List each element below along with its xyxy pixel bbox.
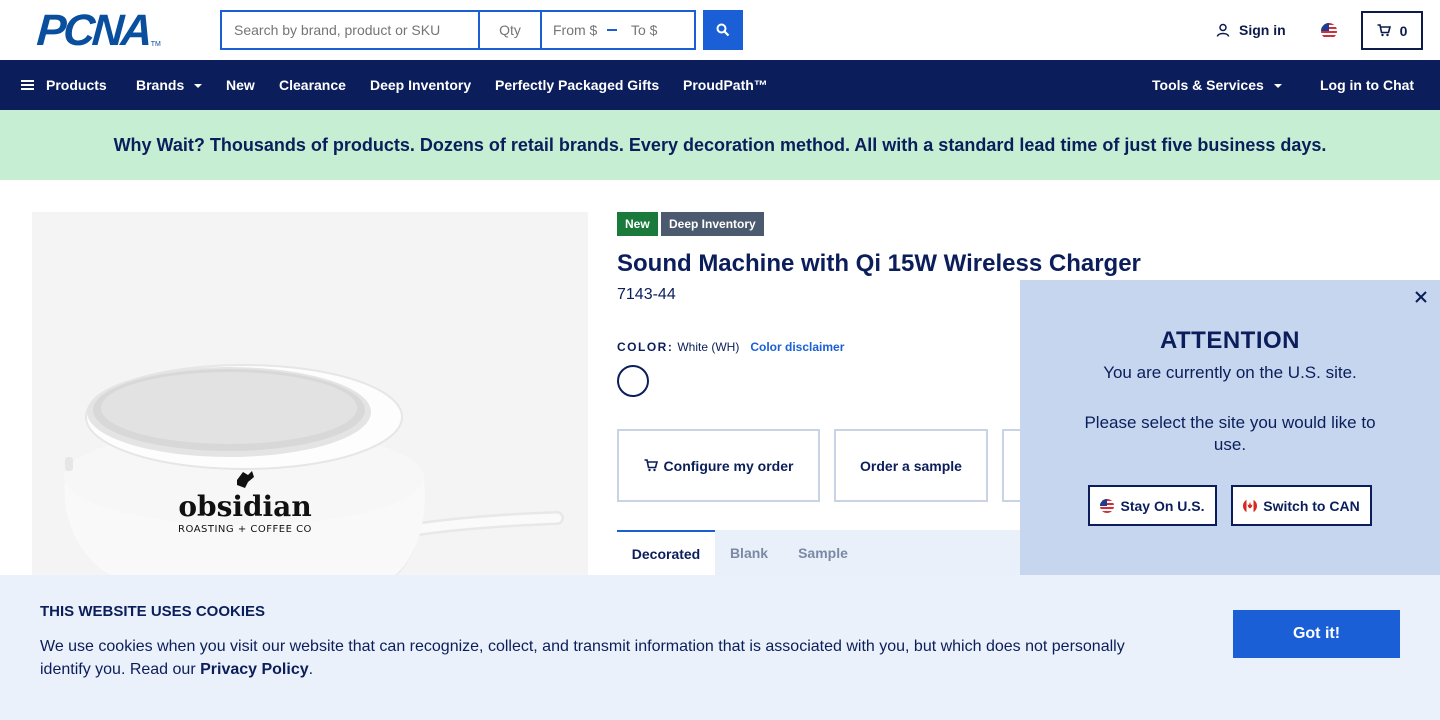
nav-products-label: Products — [46, 77, 107, 93]
color-label: COLOR: — [617, 340, 674, 354]
product-title: Sound Machine with Qi 15W Wireless Charg… — [617, 250, 1141, 277]
user-icon — [1216, 23, 1230, 37]
search-button[interactable] — [703, 10, 743, 50]
menu-icon — [21, 80, 34, 90]
configure-order-label: Configure my order — [663, 457, 794, 474]
image-brand-subtext: ROASTING + COFFEE CO — [178, 524, 312, 535]
nav-clearance[interactable]: Clearance — [279, 60, 346, 110]
search-bar — [220, 10, 696, 50]
nav-new[interactable]: New — [226, 60, 255, 110]
price-range-dash — [607, 29, 617, 31]
main-nav: Products Brands New Clearance Deep Inven… — [0, 60, 1440, 110]
cart-count: 0 — [1399, 22, 1408, 39]
attention-message-select: Please select the site you would like to… — [1084, 413, 1376, 454]
order-sample-label: Order a sample — [860, 457, 962, 474]
badge-new: New — [617, 212, 658, 236]
qty-input[interactable] — [479, 10, 541, 50]
price-from-input[interactable] — [553, 22, 605, 38]
cookie-title: THIS WEBSITE USES COOKIES — [40, 603, 266, 620]
pcna-logo[interactable]: PCNA TM — [35, 6, 161, 55]
switch-can-button[interactable]: Switch to CAN — [1231, 485, 1372, 526]
cart-icon — [1377, 24, 1391, 37]
cookie-text-end: . — [308, 661, 314, 678]
nav-chat-login[interactable]: Log in to Chat — [1320, 60, 1414, 110]
cart-icon — [644, 459, 658, 472]
logo-trademark: TM — [150, 41, 161, 48]
chevron-down-icon — [194, 84, 203, 88]
image-brand-text: obsidian — [178, 490, 311, 523]
color-value: White (WH) — [677, 340, 740, 354]
attention-message: You are currently on the U.S. site. — [1103, 363, 1357, 382]
switch-can-label: Switch to CAN — [1263, 497, 1360, 514]
nav-brands-label: Brands — [136, 77, 185, 93]
stay-us-button[interactable]: Stay On U.S. — [1088, 485, 1217, 526]
cart-button[interactable]: 0 — [1361, 11, 1423, 50]
got-it-button[interactable]: Got it! — [1233, 610, 1400, 658]
site-selector-modal: ATTENTION You are currently on the U.S. … — [1020, 280, 1440, 575]
tab-decorated[interactable]: Decorated — [617, 530, 715, 575]
order-sample-button[interactable]: Order a sample — [834, 429, 988, 502]
chevron-down-icon — [1273, 84, 1282, 88]
badge-deep-inventory: Deep Inventory — [661, 212, 764, 236]
attention-title: ATTENTION — [1159, 327, 1301, 354]
tab-blank[interactable]: Blank — [715, 530, 783, 575]
nav-packaged-gifts[interactable]: Perfectly Packaged Gifts — [495, 60, 659, 110]
cookie-banner: THIS WEBSITE USES COOKIES We use cookies… — [0, 575, 1440, 720]
canada-flag-icon — [1243, 498, 1258, 513]
price-range — [541, 10, 696, 50]
search-input[interactable] — [220, 10, 479, 50]
close-icon[interactable] — [1412, 288, 1430, 306]
site-header: PCNA TM Sign in — [0, 0, 1440, 60]
nav-proudpath[interactable]: ProudPath™ — [683, 60, 768, 110]
pricing-tabs: Decorated Blank Sample — [617, 530, 1020, 575]
nav-tools-label: Tools & Services — [1152, 77, 1264, 93]
color-disclaimer-link[interactable]: Color disclaimer — [750, 340, 844, 354]
price-to-input[interactable] — [631, 22, 683, 38]
color-row: COLOR: White (WH) Color disclaimer — [617, 340, 844, 354]
configure-order-button[interactable]: Configure my order — [617, 429, 820, 502]
nav-tools-services[interactable]: Tools & Services — [1152, 60, 1282, 110]
privacy-policy-link[interactable]: Privacy Policy — [200, 661, 309, 678]
search-icon — [716, 23, 730, 37]
tab-sample[interactable]: Sample — [783, 530, 863, 575]
nav-deep-inventory[interactable]: Deep Inventory — [370, 60, 471, 110]
us-flag-icon[interactable] — [1321, 23, 1337, 39]
nav-products[interactable]: Products — [21, 60, 107, 110]
us-flag-icon — [1100, 498, 1115, 513]
color-swatch-white[interactable] — [617, 365, 649, 397]
sign-in-link[interactable]: Sign in — [1216, 22, 1286, 38]
stay-us-label: Stay On U.S. — [1120, 497, 1205, 514]
sign-in-label: Sign in — [1239, 22, 1286, 38]
nav-brands[interactable]: Brands — [136, 60, 203, 110]
product-sku: 7143-44 — [617, 286, 676, 303]
cookie-text: We use cookies when you visit our websit… — [40, 635, 1150, 681]
promo-banner: Why Wait? Thousands of products. Dozens … — [0, 110, 1440, 180]
logo-text: PCNA — [35, 6, 152, 55]
promo-text: Why Wait? Thousands of products. Dozens … — [113, 134, 1327, 155]
